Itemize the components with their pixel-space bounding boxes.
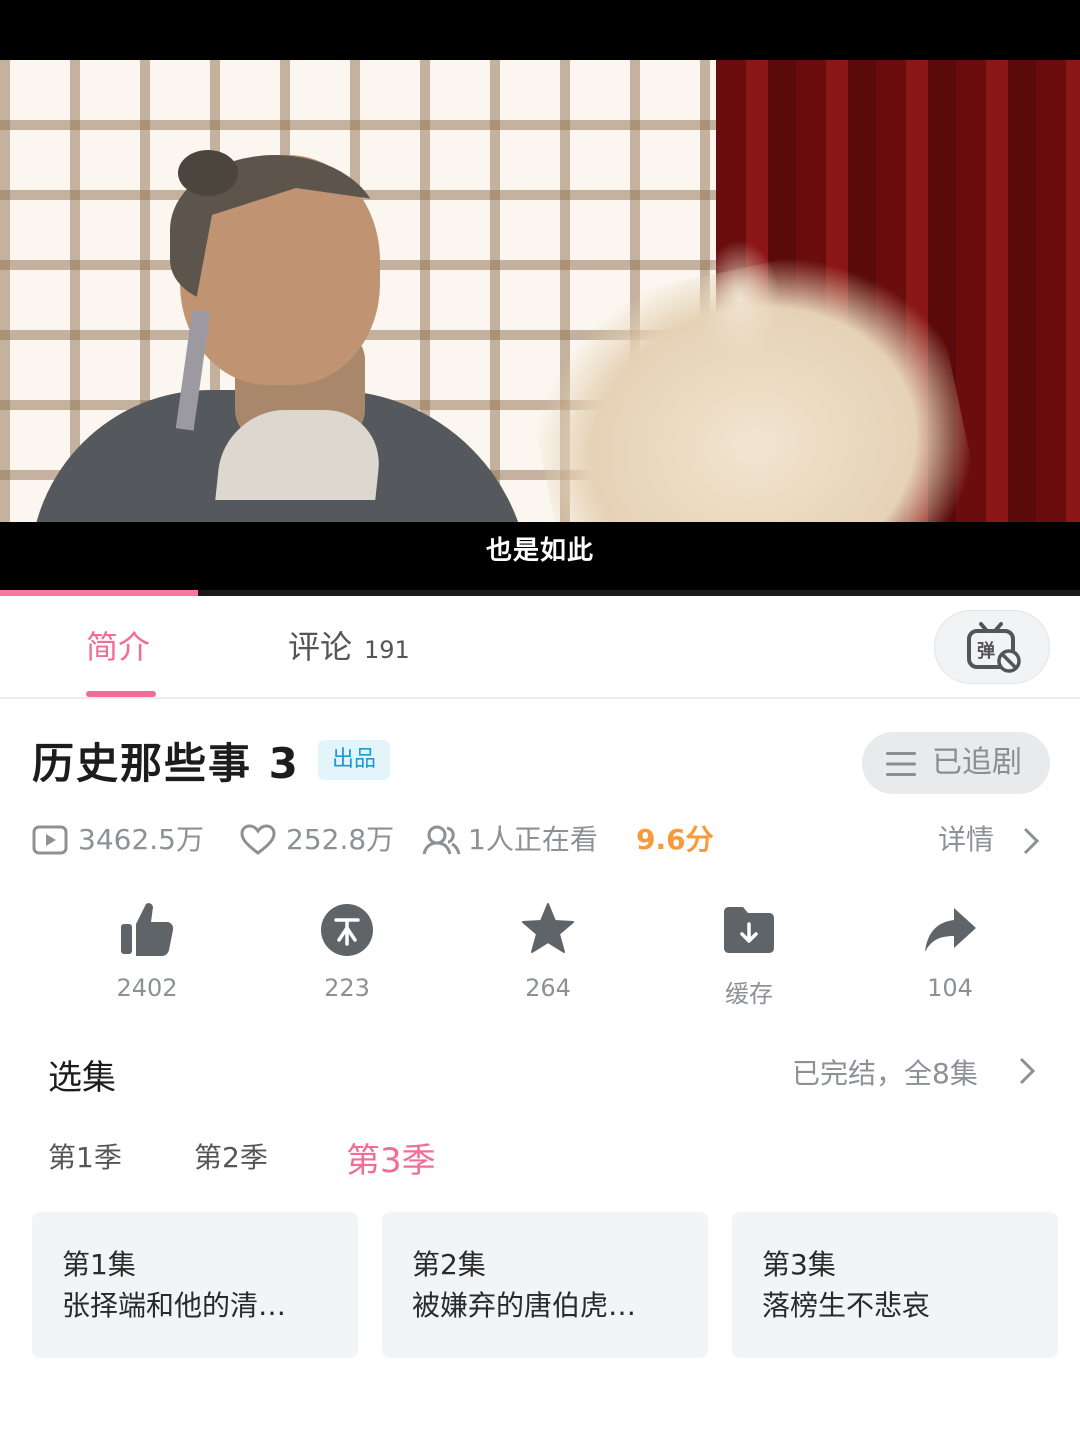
play-count-icon bbox=[32, 825, 68, 855]
danmaku-off-icon: 弹 bbox=[967, 622, 1021, 673]
coin-icon bbox=[321, 904, 373, 956]
download-folder-icon bbox=[724, 907, 774, 953]
like-button[interactable]: 2402 bbox=[87, 900, 207, 1010]
episode-card-1[interactable]: 第1集 张择端和他的清… bbox=[32, 1212, 358, 1358]
episode-card-3[interactable]: 第3集 落榜生不悲哀 bbox=[732, 1212, 1058, 1358]
episode-number: 第2集 bbox=[412, 1248, 486, 1281]
share-count: 104 bbox=[927, 974, 973, 1002]
svg-text:弹: 弹 bbox=[977, 640, 995, 662]
original-badge: 出品 bbox=[318, 740, 390, 780]
stats-row: 3462.5万 252.8万 1人正在看 9.6分 详情 bbox=[32, 818, 1062, 862]
tab-comments-label: 评论 bbox=[288, 628, 353, 666]
episode-card-2[interactable]: 第2集 被嫌弃的唐伯虎… bbox=[382, 1212, 708, 1358]
rating-score: 9.6分 bbox=[636, 823, 714, 856]
season-tab-2[interactable]: 第2季 bbox=[194, 1136, 268, 1176]
coin-button[interactable]: 223 bbox=[287, 900, 407, 1010]
tab-comments-count: 191 bbox=[364, 636, 410, 664]
content-tabs: 简介 评论 191 弹 bbox=[0, 596, 1080, 699]
thumbs-up-icon bbox=[121, 903, 174, 956]
video-player[interactable]: 也是如此 bbox=[0, 0, 1080, 596]
follow-series-button[interactable]: 已追剧 bbox=[862, 732, 1050, 794]
episode-number: 第1集 bbox=[62, 1248, 136, 1281]
cache-label: 缓存 bbox=[725, 980, 773, 1008]
menu-list-icon bbox=[886, 752, 916, 776]
share-icon bbox=[925, 908, 976, 952]
episode-title: 被嫌弃的唐伯虎… bbox=[412, 1289, 637, 1322]
active-tab-indicator bbox=[86, 691, 156, 697]
favorite-button[interactable]: 264 bbox=[488, 900, 608, 1010]
episodes-status-text: 已完结，全8集 bbox=[792, 1057, 978, 1090]
actor-hair-bun bbox=[178, 150, 238, 196]
episodes-section-title: 选集 bbox=[48, 1058, 116, 1098]
danmaku-toggle-button[interactable]: 弹 bbox=[934, 610, 1050, 684]
like-count: 2402 bbox=[116, 974, 178, 1002]
show-title: 历史那些事 3 bbox=[32, 739, 300, 788]
chevron-right-icon bbox=[1023, 827, 1040, 855]
tab-intro[interactable]: 简介 bbox=[86, 622, 150, 668]
episodes-status-link[interactable]: 已完结，全8集 bbox=[792, 1052, 1036, 1092]
season-tab-3-selected[interactable]: 第3季 bbox=[346, 1133, 436, 1182]
viewers-icon bbox=[422, 825, 461, 855]
follow-series-label: 已追剧 bbox=[932, 745, 1022, 780]
episode-number: 第3集 bbox=[762, 1248, 836, 1281]
tab-comments[interactable]: 评论 191 bbox=[288, 622, 410, 668]
coin-count: 223 bbox=[324, 974, 370, 1002]
cache-button[interactable]: 缓存 bbox=[689, 900, 809, 1010]
video-frame[interactable] bbox=[0, 60, 1080, 522]
share-button[interactable]: 104 bbox=[890, 900, 1010, 1010]
favorite-count-label: 264 bbox=[525, 974, 571, 1002]
video-subtitle: 也是如此 bbox=[485, 536, 594, 566]
episode-title: 落榜生不悲哀 bbox=[762, 1289, 931, 1322]
heart-icon bbox=[240, 824, 276, 855]
season-tab-1[interactable]: 第1季 bbox=[48, 1136, 122, 1176]
episode-title: 张择端和他的清… bbox=[62, 1289, 287, 1322]
star-icon bbox=[522, 903, 574, 953]
chevron-right-icon bbox=[1019, 1057, 1036, 1085]
flying-paper-piece bbox=[700, 240, 780, 360]
